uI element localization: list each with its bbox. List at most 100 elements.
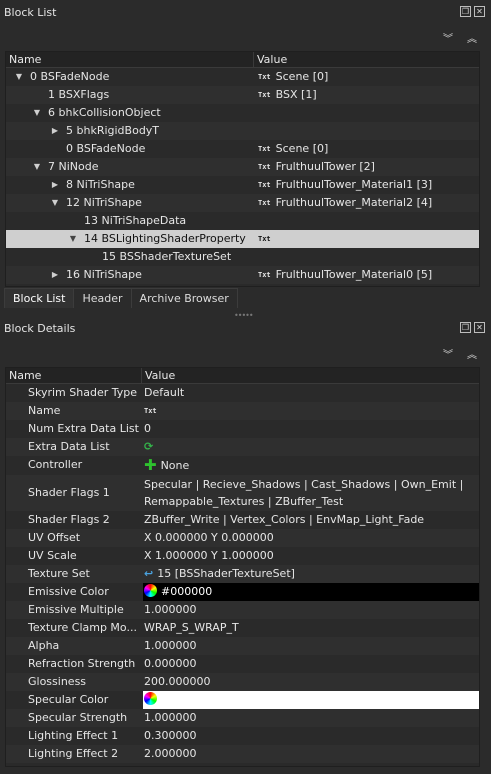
tree-row-value [256, 122, 479, 140]
tree-row-value-text: Scene [0] [275, 70, 329, 83]
expanded-arrow-icon[interactable]: ▼ [32, 104, 42, 122]
detail-row[interactable]: Shader Flags 2 ZBuffer_Write | Vertex_Col… [6, 511, 479, 529]
tree-row[interactable]: 0 BSFadeNode Txt Scene [0] [6, 140, 479, 158]
refresh-icon[interactable]: ⟳ [144, 440, 153, 453]
detail-row[interactable]: Texture Set ↩ 15 [BSShaderTextureSet] [6, 565, 479, 583]
detail-row[interactable]: Alpha 1.000000 [6, 637, 479, 655]
collapsed-arrow-icon[interactable]: ▶ [50, 122, 60, 140]
block-list-tree[interactable]: Name Value ▼ 0 BSFadeNode Txt Scene [0] 1 BS… [5, 51, 480, 287]
expanded-arrow-icon[interactable]: ▼ [32, 158, 42, 176]
block-list-header: Name Value [6, 52, 479, 68]
float-icon[interactable]: ❐ [460, 6, 471, 17]
color-wheel-icon[interactable] [144, 692, 157, 705]
detail-row-value[interactable]: ⟳ [143, 438, 479, 456]
link-icon[interactable]: ↩ [144, 567, 153, 580]
tab-header[interactable]: Header [73, 288, 132, 308]
tree-row-name: ▶ 8 NiTriShape [6, 176, 256, 194]
txt-icon: Txt [258, 145, 271, 153]
detail-row[interactable]: UV Scale X 1.000000 Y 1.000000 [6, 547, 479, 565]
tree-row[interactable]: ▼ 7 NiNode Txt FrulthuulTower [2] [6, 158, 479, 176]
tree-row[interactable]: ▶ 8 NiTriShape Txt FrulthuulTower_Material1… [6, 176, 479, 194]
tree-row[interactable]: 13 NiTriShapeData [6, 212, 479, 230]
expanded-arrow-icon[interactable]: ▼ [50, 194, 60, 212]
tree-row-label: 14 BSLightingShaderProperty [84, 232, 246, 245]
panel-splitter[interactable]: ••••• [234, 311, 254, 320]
add-icon[interactable]: ✚ [144, 456, 157, 474]
tree-row[interactable]: ▼ 12 NiTriShape Txt FrulthuulTower_Material… [6, 194, 479, 212]
detail-row[interactable]: Shader Flags 1 Specular | Recieve_Shadows… [6, 475, 479, 511]
detail-row[interactable]: Emissive Multiple 1.000000 [6, 601, 479, 619]
detail-row[interactable]: Emissive Color #000000 [6, 583, 479, 601]
tree-row[interactable]: ▼ 6 bhkCollisionObject [6, 104, 479, 122]
detail-row-name: Refraction Strength [28, 657, 136, 670]
detail-row-value[interactable]: #000000 [143, 583, 479, 601]
detail-row-value[interactable] [143, 691, 479, 709]
expand-all-icon[interactable]: ︽ [467, 346, 477, 361]
tree-row[interactable]: ▶ 5 bhkRigidBodyT [6, 122, 479, 140]
tree-row-name: 13 NiTriShapeData [6, 212, 256, 230]
detail-row[interactable]: Controller ✚ None [6, 456, 479, 475]
txt-icon: Txt [258, 73, 271, 81]
detail-row[interactable]: Lighting Effect 1 0.300000 [6, 727, 479, 745]
detail-row[interactable]: Texture Clamp Mo... WRAP_S_WRAP_T [6, 619, 479, 637]
column-header-value[interactable]: Value [254, 52, 287, 67]
detail-row-value[interactable]: 200.000000 [143, 673, 479, 691]
tree-row-name: 0 BSFadeNode [6, 140, 256, 158]
tree-row-value: Txt Scene [0] [256, 68, 479, 86]
tree-row[interactable]: ▶ 16 NiTriShape Txt FrulthuulTower_Material… [6, 266, 479, 284]
detail-row-value[interactable]: X 1.000000 Y 1.000000 [143, 547, 479, 565]
detail-row[interactable]: UV Offset X 0.000000 Y 0.000000 [6, 529, 479, 547]
expanded-arrow-icon[interactable]: ▼ [14, 68, 24, 86]
detail-row[interactable]: Num Extra Data List 0 [6, 420, 479, 438]
detail-row-value[interactable]: Txt [143, 402, 479, 420]
detail-row-name: Num Extra Data List [28, 422, 139, 435]
detail-row-value[interactable]: 0 [143, 420, 479, 438]
close-icon[interactable]: ✕ [474, 6, 485, 17]
column-header-name[interactable]: Name [6, 52, 254, 67]
tree-row[interactable]: 15 BSShaderTextureSet [6, 248, 479, 266]
detail-row[interactable]: Refraction Strength 0.000000 [6, 655, 479, 673]
collapsed-arrow-icon[interactable]: ▶ [50, 176, 60, 194]
detail-row-value[interactable]: Default [143, 384, 479, 402]
detail-row-value[interactable]: 0.300000 [143, 727, 479, 745]
tree-row[interactable]: ▼ 0 BSFadeNode Txt Scene [0] [6, 68, 479, 86]
detail-row-value[interactable]: X 0.000000 Y 0.000000 [143, 529, 479, 547]
detail-row[interactable]: Glossiness 200.000000 [6, 673, 479, 691]
detail-row[interactable]: Specular Color [6, 691, 479, 709]
column-header-value[interactable]: Value [142, 368, 175, 383]
detail-row-value[interactable]: WRAP_S_WRAP_T [143, 619, 479, 637]
detail-row-value[interactable]: ZBuffer_Write | Vertex_Colors | EnvMap_L… [143, 511, 479, 529]
expand-all-icon[interactable]: ︽ [467, 30, 477, 45]
collapse-all-icon[interactable]: ︾ [443, 30, 453, 45]
collapse-all-icon[interactable]: ︾ [443, 346, 453, 361]
tab-block-list[interactable]: Block List [4, 288, 75, 308]
detail-row[interactable]: Name Txt [6, 402, 479, 420]
detail-row-value[interactable]: 1.000000 [143, 601, 479, 619]
column-header-name[interactable]: Name [6, 368, 142, 383]
tree-row-label: 5 bhkRigidBodyT [66, 124, 160, 137]
detail-row[interactable]: Extra Data List ⟳ [6, 438, 479, 456]
float-icon[interactable]: ❐ [460, 322, 471, 333]
detail-row-value-text: 0.300000 [144, 729, 197, 742]
color-wheel-icon[interactable] [144, 584, 157, 597]
block-details-table[interactable]: Name Value Skyrim Shader Type Default Name… [5, 367, 480, 767]
block-list-window-buttons: ❐ ✕ [460, 6, 485, 17]
detail-row-value[interactable]: 1.000000 [143, 709, 479, 727]
detail-row[interactable]: Skyrim Shader Type Default [6, 384, 479, 402]
tab-archive-browser[interactable]: Archive Browser [130, 288, 238, 308]
tree-row-name: ▼ 0 BSFadeNode [6, 68, 256, 86]
detail-row-value-text: 0 [144, 422, 151, 435]
detail-row[interactable]: Lighting Effect 2 2.000000 [6, 745, 479, 763]
detail-row-value[interactable]: 1.000000 [143, 637, 479, 655]
detail-row-value[interactable]: Specular | Recieve_Shadows | Cast_Shadow… [143, 475, 479, 511]
close-icon[interactable]: ✕ [474, 322, 485, 333]
expanded-arrow-icon[interactable]: ▼ [68, 230, 78, 248]
detail-row-value[interactable]: 2.000000 [143, 745, 479, 763]
detail-row[interactable]: Specular Strength 1.000000 [6, 709, 479, 727]
collapsed-arrow-icon[interactable]: ▶ [50, 266, 60, 284]
tree-row[interactable]: 1 BSXFlags Txt BSX [1] [6, 86, 479, 104]
detail-row-value[interactable]: 0.000000 [143, 655, 479, 673]
detail-row-value[interactable]: ✚ None [143, 456, 479, 475]
tree-row[interactable]: ▼ 14 BSLightingShaderProperty Txt [6, 230, 479, 248]
detail-row-value[interactable]: ↩ 15 [BSShaderTextureSet] [143, 565, 479, 583]
